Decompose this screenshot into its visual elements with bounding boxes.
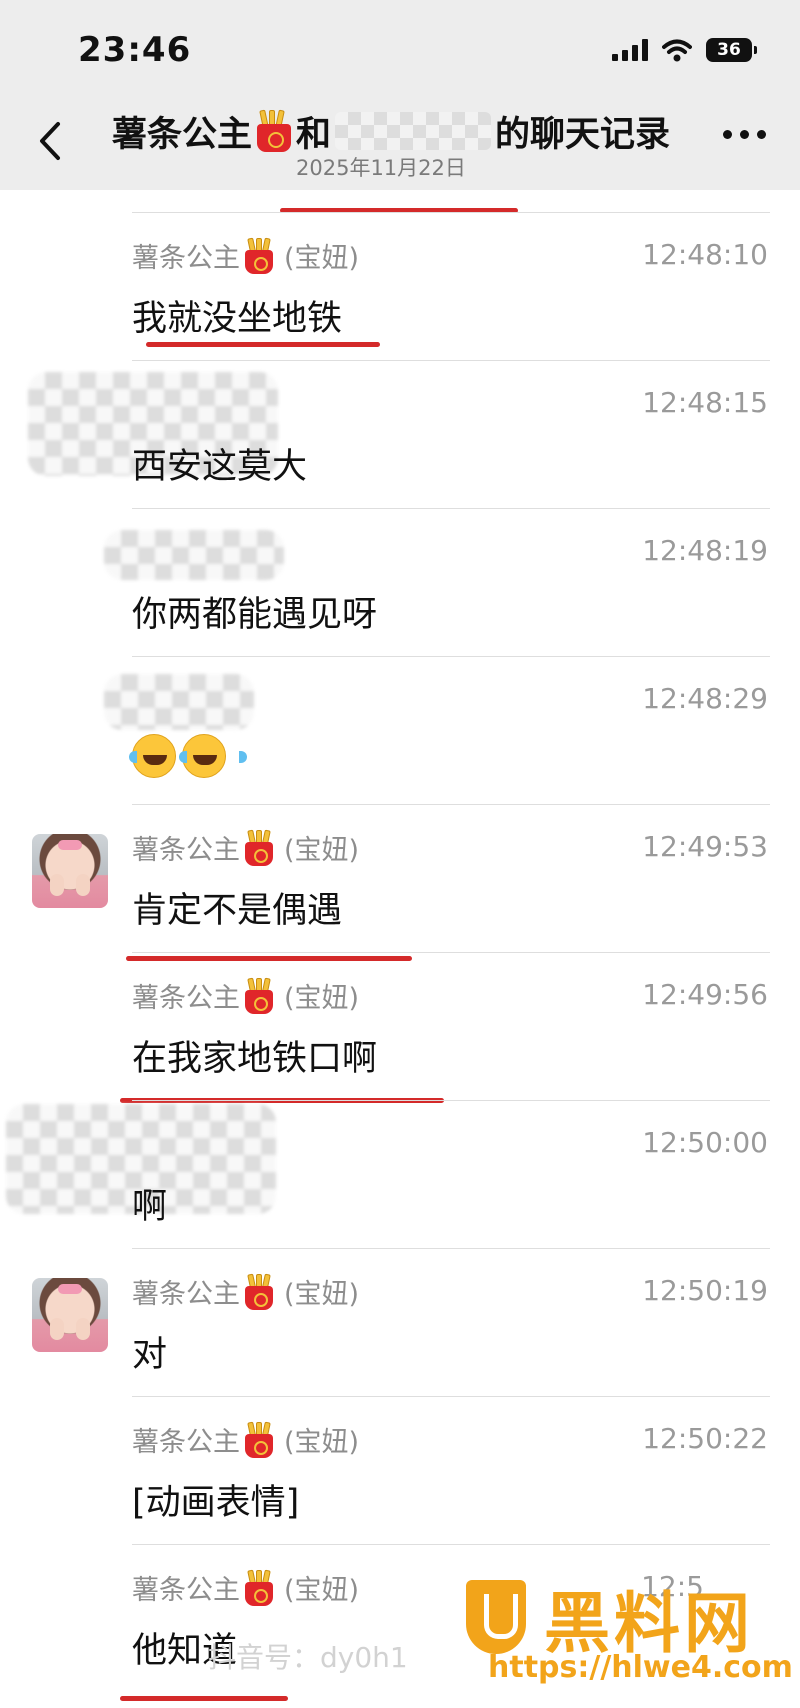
- chevron-left-icon[interactable]: [32, 116, 72, 166]
- message-text[interactable]: [动画表情]: [132, 1474, 299, 1525]
- message-text[interactable]: 啊: [132, 1178, 167, 1229]
- sender-name: 薯条公主 (宝妞): [132, 1420, 359, 1459]
- title-prefix: 薯条公主: [112, 114, 253, 155]
- divider: [132, 952, 770, 953]
- fries-icon: [243, 977, 275, 1014]
- header-date: 2025年11月22日: [296, 156, 466, 180]
- message-text[interactable]: 肯定不是偶遇: [132, 882, 342, 933]
- signal-icon: [612, 39, 648, 61]
- sender-name: 薯条公主 (宝妞): [132, 1272, 359, 1311]
- fries-icon: [243, 1273, 275, 1310]
- redacted-name: [335, 112, 492, 150]
- message-time: 12:50:00: [642, 1126, 768, 1159]
- douyin-watermark: 抖音号：dy0h1: [208, 1641, 408, 1674]
- sender-name: 薯条公主 (宝妞): [132, 828, 359, 867]
- divider: [132, 1100, 770, 1101]
- fries-icon: [255, 109, 293, 152]
- battery-icon: 36: [706, 38, 757, 62]
- sender-name: 薯条公主 (宝妞): [132, 976, 359, 1015]
- message-time: 12:48:29: [642, 682, 768, 715]
- divider: [132, 1544, 770, 1545]
- message-item: 薯条公主 (宝妞) 12:49:56 在我家地铁口啊: [0, 952, 800, 1103]
- divider: [132, 508, 770, 509]
- message-time: 12:50:22: [642, 1422, 768, 1455]
- message-time: 12:50:19: [642, 1274, 768, 1307]
- status-bar: 23:46 36: [0, 0, 800, 100]
- message-item: 12:50:00 啊: [0, 1100, 800, 1248]
- battery-level: 36: [717, 40, 741, 60]
- wifi-icon: [662, 39, 692, 62]
- message-item: 薯条公主 (宝妞) 12:48:10 我就没坐地铁: [0, 212, 800, 360]
- more-icon[interactable]: [723, 130, 766, 139]
- message-item: 薯条公主 (宝妞) 12:49:53 肯定不是偶遇: [0, 804, 800, 961]
- message-text[interactable]: 你两都能遇见呀: [132, 586, 377, 637]
- fries-icon: [243, 829, 275, 866]
- redacted-sender: [104, 674, 254, 730]
- page-title: 薯条公主 和 的聊天记录: [112, 106, 682, 156]
- fries-icon: [243, 237, 275, 274]
- message-time: 12:48:15: [642, 386, 768, 419]
- shield-logo-icon: [466, 1580, 526, 1654]
- chat-header: 薯条公主 和 的聊天记录 2025年11月22日: [0, 100, 800, 190]
- message-item: 薯条公主 (宝妞) 12:50:22 [动画表情]: [0, 1396, 800, 1544]
- avatar[interactable]: [32, 1278, 108, 1352]
- message-time: 12:48:19: [642, 534, 768, 567]
- watermark-url: https://hlwe4.com: [488, 1650, 793, 1685]
- message-emoji[interactable]: [129, 734, 247, 778]
- sender-name: 薯条公主 (宝妞): [132, 236, 359, 275]
- message-item: 薯条公主 (宝妞) 12:50:19 对: [0, 1248, 800, 1396]
- divider: [132, 360, 770, 361]
- message-item: 12:48:19 你两都能遇见呀: [0, 508, 800, 656]
- site-watermark: 黑料网 https://hlwe4.com: [466, 1570, 793, 1698]
- title-suffix: 的聊天记录: [495, 114, 671, 155]
- redacted-sender: [104, 530, 284, 580]
- crying-laughing-emoji: [129, 734, 197, 778]
- message-time: 12:49:56: [642, 978, 768, 1011]
- divider: [132, 212, 770, 213]
- message-time: 12:48:10: [642, 238, 768, 271]
- divider: [132, 1248, 770, 1249]
- message-item: 12:48:15 西安这莫大: [0, 360, 800, 508]
- crying-laughing-emoji: [179, 734, 247, 778]
- divider: [132, 1396, 770, 1397]
- avatar[interactable]: [32, 834, 108, 908]
- sender-name: 薯条公主 (宝妞): [132, 1568, 359, 1607]
- message-time: 12:49:53: [642, 830, 768, 863]
- divider: [132, 804, 770, 805]
- message-item: 12:48:29: [0, 656, 800, 804]
- fries-icon: [243, 1421, 275, 1458]
- message-text[interactable]: 在我家地铁口啊: [132, 1030, 377, 1081]
- message-text[interactable]: 西安这莫大: [132, 438, 307, 489]
- message-text[interactable]: 对: [132, 1326, 167, 1377]
- divider: [132, 656, 770, 657]
- highlight-underline: [120, 1696, 288, 1701]
- message-text[interactable]: 我就没坐地铁: [132, 290, 342, 341]
- fries-icon: [243, 1569, 275, 1606]
- highlight-underline: [146, 342, 380, 347]
- title-connector: 和: [296, 114, 332, 155]
- status-icons: 36: [612, 38, 757, 62]
- status-time: 23:46: [78, 30, 192, 70]
